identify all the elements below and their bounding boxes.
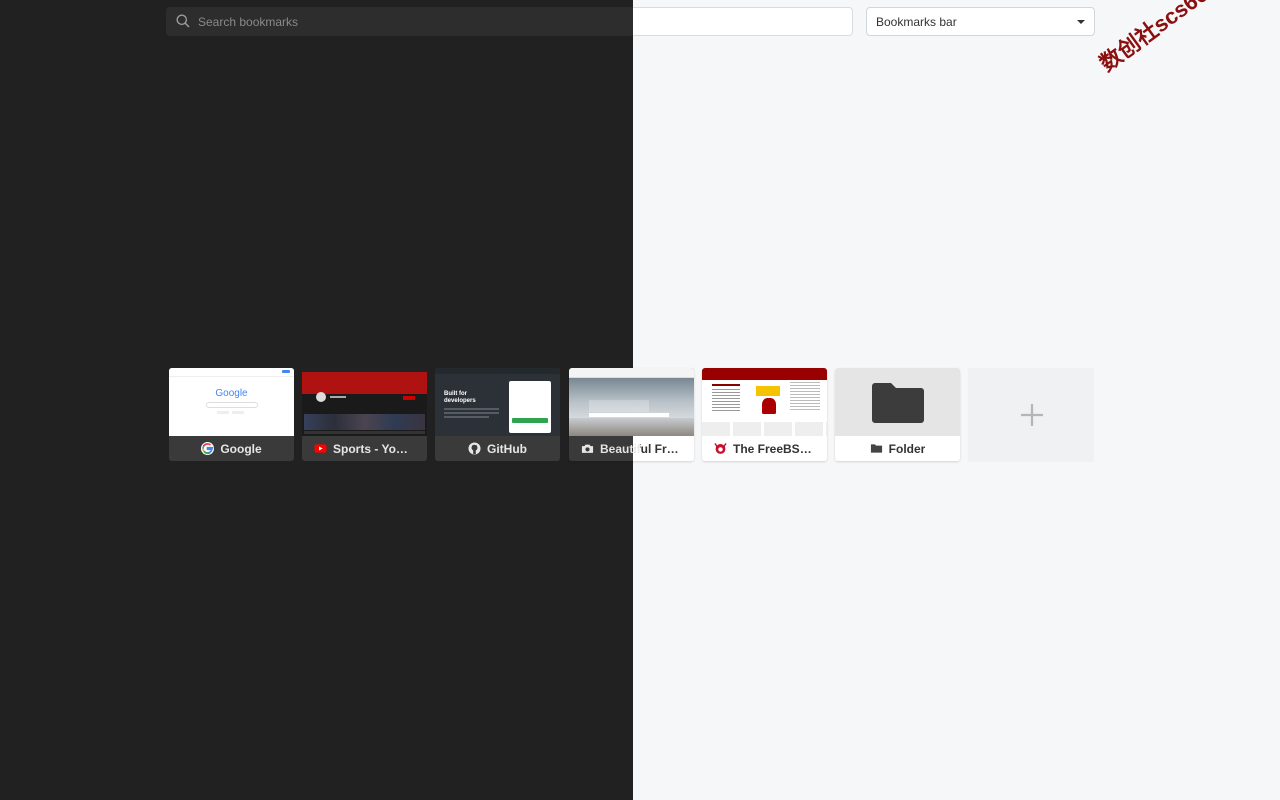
search-bar-light-part — [633, 7, 853, 36]
speed-dial-grid: Google Google Sports - YouT Built for de… — [169, 368, 1099, 462]
tile-label: Sports - YouTube — [333, 441, 415, 456]
speed-dial-tile-google[interactable]: Google Google — [169, 368, 294, 461]
search-input[interactable] — [198, 8, 618, 35]
tile-caption: GitHub — [435, 436, 560, 461]
tile-thumbnail — [702, 368, 827, 436]
tile-label: Folder — [888, 441, 926, 456]
tile-caption: The FreeBSD Project — [702, 436, 827, 461]
github-thumb-headline: Built for developers — [444, 391, 476, 404]
google-thumb-logo: Google — [215, 388, 248, 399]
tile-thumbnail — [835, 368, 960, 436]
tile-label: Google — [220, 441, 262, 456]
folder-select[interactable]: Bookmarks bar — [866, 7, 1095, 36]
search-icon — [176, 14, 190, 28]
tile-caption: Beautiful Free Images — [569, 436, 694, 461]
speed-dial-tile-folder[interactable]: Folder — [835, 368, 960, 461]
folder-icon — [872, 383, 924, 423]
add-speed-dial-button[interactable] — [968, 368, 1094, 462]
speed-dial-tile-github[interactable]: Built for developers GitHub — [435, 368, 560, 461]
tile-label: GitHub — [487, 441, 527, 456]
speed-dial-tile-unsplash[interactable]: Beautiful Free Images — [569, 368, 694, 461]
tile-caption: Google — [169, 436, 294, 461]
camera-icon — [581, 444, 594, 453]
freebsd-icon — [714, 442, 727, 454]
github-icon — [468, 442, 481, 455]
speed-dial-tile-youtube[interactable]: Sports - YouTube — [302, 368, 427, 461]
plus-icon — [1021, 404, 1043, 426]
tile-caption: Sports - YouTube — [302, 436, 427, 461]
speed-dial-tile-freebsd[interactable]: The FreeBSD Project — [702, 368, 827, 461]
folder-select-value: Bookmarks bar — [876, 15, 957, 29]
youtube-icon — [314, 444, 327, 453]
caret-down-icon — [1077, 20, 1085, 24]
google-icon — [201, 442, 215, 455]
tile-thumbnail — [569, 368, 694, 436]
tile-thumbnail: Google — [169, 368, 294, 436]
tile-label: The FreeBSD Project — [733, 441, 815, 456]
tile-label: Beautiful Free Images — [600, 441, 682, 456]
tile-thumbnail: Built for developers — [435, 368, 560, 436]
tile-thumbnail — [302, 368, 427, 436]
tile-caption: Folder — [835, 436, 960, 461]
folder-icon — [870, 444, 882, 453]
